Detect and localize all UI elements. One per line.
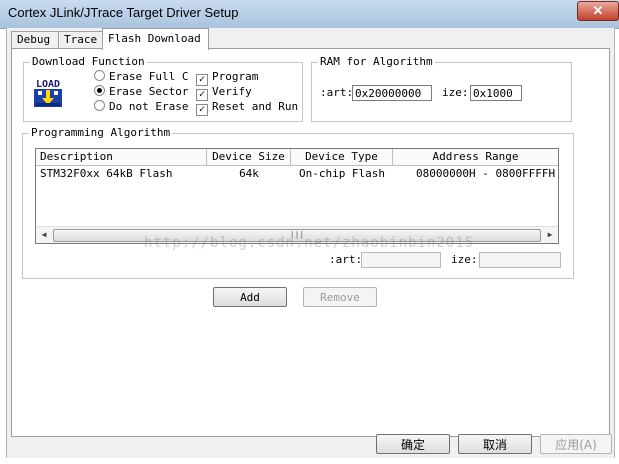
column-device-size-label: Device Size	[212, 150, 285, 163]
erase-sector-label: Erase Sector	[109, 85, 189, 98]
add-button[interactable]: Add	[213, 287, 287, 307]
do-not-erase-radio-indicator	[94, 100, 105, 111]
reset-and-run-check-icon: ✓	[196, 104, 208, 116]
tab-trace[interactable]: Trace	[58, 31, 106, 49]
tab-debug[interactable]: Debug	[11, 31, 59, 49]
reset-and-run-label: Reset and Run	[212, 100, 299, 113]
cancel-button[interactable]: 取消	[458, 434, 532, 454]
column-device-size[interactable]: Device Size	[207, 149, 291, 166]
ok-button[interactable]: 确定	[376, 434, 450, 454]
erase-full-chip-label: Erase Full C	[109, 70, 189, 83]
column-description-label: Description	[40, 150, 113, 163]
do-not-erase-radio[interactable]: Do not Erase	[94, 100, 188, 114]
tab-flash-download-label: Flash Download	[108, 32, 201, 45]
program-checkbox[interactable]: ✓ Program	[196, 70, 258, 86]
close-button[interactable]: ✕	[577, 1, 619, 21]
programming-algorithm-group: Programming Algorithm Description Device…	[22, 126, 574, 279]
row-address-range: 08000000H - 0800FFFFH	[416, 167, 556, 180]
scroll-left-icon[interactable]: ◀	[36, 227, 52, 243]
algorithm-size-label: ize:	[451, 253, 478, 266]
load-icon-text: LOAD	[36, 79, 60, 90]
close-icon: ✕	[592, 3, 604, 18]
ram-for-algorithm-group: RAM for Algorithm :art: 0x20000000 ize: …	[311, 55, 572, 122]
algorithm-start-label: :art:	[329, 253, 363, 266]
column-device-type[interactable]: Device Type	[291, 149, 393, 166]
ram-start-label: :art:	[320, 86, 354, 99]
window-title: Cortex JLink/JTrace Target Driver Setup	[8, 5, 239, 20]
column-address-range[interactable]: Address Range	[393, 149, 558, 166]
download-function-title: Download Function	[30, 55, 147, 69]
ram-start-input[interactable]: 0x20000000	[352, 85, 432, 101]
title-bar: Cortex JLink/JTrace Target Driver Setup …	[0, 0, 619, 29]
erase-sector-radio-indicator	[94, 85, 105, 96]
column-device-type-label: Device Type	[305, 150, 378, 163]
apply-button[interactable]: 应用(A)	[540, 434, 612, 454]
ram-size-label: ize:	[442, 86, 469, 99]
ram-size-input[interactable]: 0x1000	[470, 85, 522, 101]
download-function-group: Download Function LOAD Erase Full C Eras…	[23, 55, 303, 122]
erase-full-chip-radio-indicator	[94, 70, 105, 81]
tab-debug-label: Debug	[17, 33, 51, 46]
remove-button[interactable]: Remove	[303, 287, 377, 307]
row-device-type: On-chip Flash	[298, 167, 386, 180]
programming-algorithm-title: Programming Algorithm	[29, 126, 173, 140]
ram-for-algorithm-title: RAM for Algorithm	[318, 55, 435, 69]
program-label: Program	[212, 70, 259, 83]
watermark: http://blog.csdn.net/zhaobinbin2015	[144, 235, 475, 251]
erase-sector-radio[interactable]: Erase Sector	[94, 85, 188, 99]
tab-trace-label: Trace	[64, 33, 98, 46]
row-description: STM32F0xx 64kB Flash	[40, 167, 173, 180]
scroll-right-icon[interactable]: ▶	[542, 227, 558, 243]
algorithm-size-input[interactable]	[479, 252, 561, 268]
algorithm-list[interactable]: Description Device Size Device Type Addr…	[35, 148, 559, 244]
tab-flash-download[interactable]: Flash Download	[102, 28, 209, 50]
algorithm-start-input[interactable]	[361, 252, 441, 268]
do-not-erase-label: Do not Erase	[109, 100, 189, 113]
erase-full-chip-radio[interactable]: Erase Full C	[94, 70, 188, 84]
reset-and-run-checkbox[interactable]: ✓ Reset and Run	[196, 100, 298, 116]
column-description[interactable]: Description	[36, 149, 207, 166]
load-icon: LOAD	[32, 77, 64, 109]
verify-label: Verify	[212, 85, 252, 98]
column-address-range-label: Address Range	[432, 150, 519, 163]
row-device-size: 64k	[239, 167, 259, 180]
verify-checkbox[interactable]: ✓ Verify	[196, 85, 252, 101]
